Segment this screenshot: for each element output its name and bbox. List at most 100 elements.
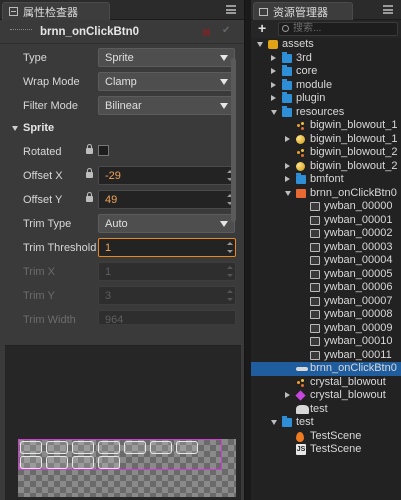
row-type: Type Sprite (0, 46, 237, 70)
tree-item[interactable]: brnn_onClickBtn0 (251, 362, 401, 376)
assets-panel: 资源管理器 + 搜索... assets 3rd core module plugin r… (251, 0, 401, 500)
tree-item-label: ywban_00006 (324, 281, 393, 293)
tree-item[interactable]: bigwin_blowout_2 (251, 160, 401, 174)
tree-item[interactable]: resources (251, 105, 401, 120)
tree-item[interactable]: ywban_00001 (251, 214, 401, 228)
section-sprite[interactable]: Sprite (0, 118, 237, 140)
tree-item[interactable]: assets (251, 38, 401, 52)
search-input[interactable]: 搜索... (278, 22, 398, 36)
preview-frame (46, 441, 68, 454)
tree-item-label: TestScene (310, 443, 362, 455)
tree-item[interactable]: plugin (251, 92, 401, 106)
offset-x-input[interactable]: -29 (98, 166, 236, 185)
tree-item-label: ywban_00009 (324, 321, 393, 334)
preview-frame (98, 456, 120, 469)
sprite-frame-icon (310, 202, 320, 211)
tree-item[interactable]: bigwin_blowout_1 (251, 119, 401, 133)
collapsed-arrow-icon[interactable] (271, 81, 276, 88)
collapsed-arrow-icon[interactable] (285, 162, 290, 169)
tree-item[interactable]: test (251, 403, 401, 417)
trim-x-input: 1 (98, 262, 236, 281)
tree-item[interactable]: ywban_00011 (251, 349, 401, 363)
rotated-checkbox[interactable] (98, 145, 109, 156)
collapsed-arrow-icon[interactable] (285, 135, 290, 142)
type-value: Sprite (105, 52, 134, 64)
type-select[interactable]: Sprite (98, 48, 235, 67)
tree-item[interactable]: crystal_blowout (251, 376, 401, 390)
tree-item[interactable]: module (251, 78, 401, 93)
add-asset-button[interactable]: + (258, 20, 266, 36)
trim-width-value: 964 (105, 314, 124, 324)
tree-item[interactable]: ywban_00008 (251, 308, 401, 322)
wrap-mode-value: Clamp (105, 76, 137, 88)
tree-item[interactable]: ywban_00003 (251, 241, 401, 255)
expanded-arrow-icon[interactable] (257, 42, 263, 47)
panel-menu-icon[interactable] (383, 5, 393, 14)
collapsed-arrow-icon[interactable] (271, 95, 276, 101)
tree-item-label: bmfont (310, 173, 344, 185)
tree-item[interactable]: ywban_00007 (251, 295, 401, 309)
apply-check-icon[interactable]: ✔ (222, 25, 232, 36)
panel-menu-icon[interactable] (226, 5, 236, 14)
tree-item[interactable]: brnn_onClickBtn0 (251, 187, 401, 201)
preview-frame (176, 441, 198, 454)
asset-tree: assets 3rd core module plugin resources bigwin… (251, 38, 401, 457)
tree-item-label: brnn_onClickBtn0 (310, 362, 397, 374)
trim-type-select[interactable]: Auto (98, 214, 235, 233)
trim-threshold-input[interactable]: 1 (98, 238, 236, 257)
inspector-header: brnn_onClickBtn0 ✔ (0, 20, 244, 44)
tree-item[interactable]: ywban_00010 (251, 335, 401, 349)
trim-width-label: Trim Width (23, 314, 76, 324)
tab-assets[interactable]: 资源管理器 (253, 2, 353, 20)
tree-item[interactable]: crystal_blowout (251, 389, 401, 403)
collapsed-arrow-icon[interactable] (285, 176, 290, 182)
row-trim-width: Trim Width 964 (0, 308, 237, 324)
tree-item[interactable]: ywban_00002 (251, 227, 401, 241)
particle-icon (296, 378, 306, 387)
preview-frame (46, 456, 68, 469)
wrap-mode-select[interactable]: Clamp (98, 72, 235, 91)
inspector-scrollbar[interactable] (231, 58, 236, 222)
tree-item[interactable]: 3rd (251, 51, 401, 66)
trim-threshold-value: 1 (105, 242, 112, 254)
tree-item[interactable]: TestScene (251, 430, 401, 444)
stepper-icon[interactable] (226, 240, 234, 255)
tree-item-label: bigwin_blowout_2 (310, 146, 398, 158)
tree-item[interactable]: bmfont (251, 173, 401, 187)
tree-item[interactable]: test (251, 416, 401, 430)
tree-item[interactable]: ywban_00006 (251, 281, 401, 295)
tree-item[interactable]: ywban_00004 (251, 254, 401, 268)
tree-item[interactable]: bigwin_blowout_2 (251, 146, 401, 160)
folder-icon (282, 51, 292, 63)
trim-x-value: 1 (105, 266, 112, 278)
sprite-frame-icon (310, 256, 320, 265)
offset-y-input[interactable]: 49 (98, 190, 236, 209)
tree-item-label: bigwin_blowout_1 (310, 119, 398, 131)
collapsed-arrow-icon[interactable] (271, 54, 276, 61)
collapsed-arrow-icon[interactable] (285, 392, 290, 398)
expanded-arrow-icon[interactable] (271, 420, 277, 425)
filter-mode-select[interactable]: Bilinear (98, 96, 235, 115)
expanded-arrow-icon[interactable] (285, 190, 291, 196)
sprite-preview (5, 345, 241, 500)
tree-item[interactable]: core (251, 65, 401, 79)
tree-item[interactable]: JS TestScene (251, 443, 401, 457)
row-trim-threshold: Trim Threshold 1 (0, 236, 237, 260)
sprite-frame-icon (310, 323, 320, 333)
collapsed-arrow-icon[interactable] (271, 68, 276, 74)
tab-inspector[interactable]: 属性检查器 (2, 2, 110, 20)
folder-icon (282, 78, 292, 90)
tree-item[interactable]: ywban_00005 (251, 268, 401, 282)
tree-item-label: core (296, 65, 318, 77)
trim-y-value: 3 (105, 290, 112, 302)
asset-drag-handle-icon (10, 28, 32, 35)
tab-inspector-label: 属性检查器 (23, 6, 78, 19)
tree-item[interactable]: bigwin_blowout_1 (251, 133, 401, 147)
trim-width-input: 964 (98, 310, 236, 324)
folder-icon (282, 65, 292, 76)
revert-button[interactable] (203, 29, 210, 36)
row-trim-type: Trim Type Auto (0, 212, 237, 236)
tree-item[interactable]: ywban_00000 (251, 200, 401, 214)
expanded-arrow-icon[interactable] (271, 109, 277, 115)
tree-item[interactable]: ywban_00009 (251, 322, 401, 336)
